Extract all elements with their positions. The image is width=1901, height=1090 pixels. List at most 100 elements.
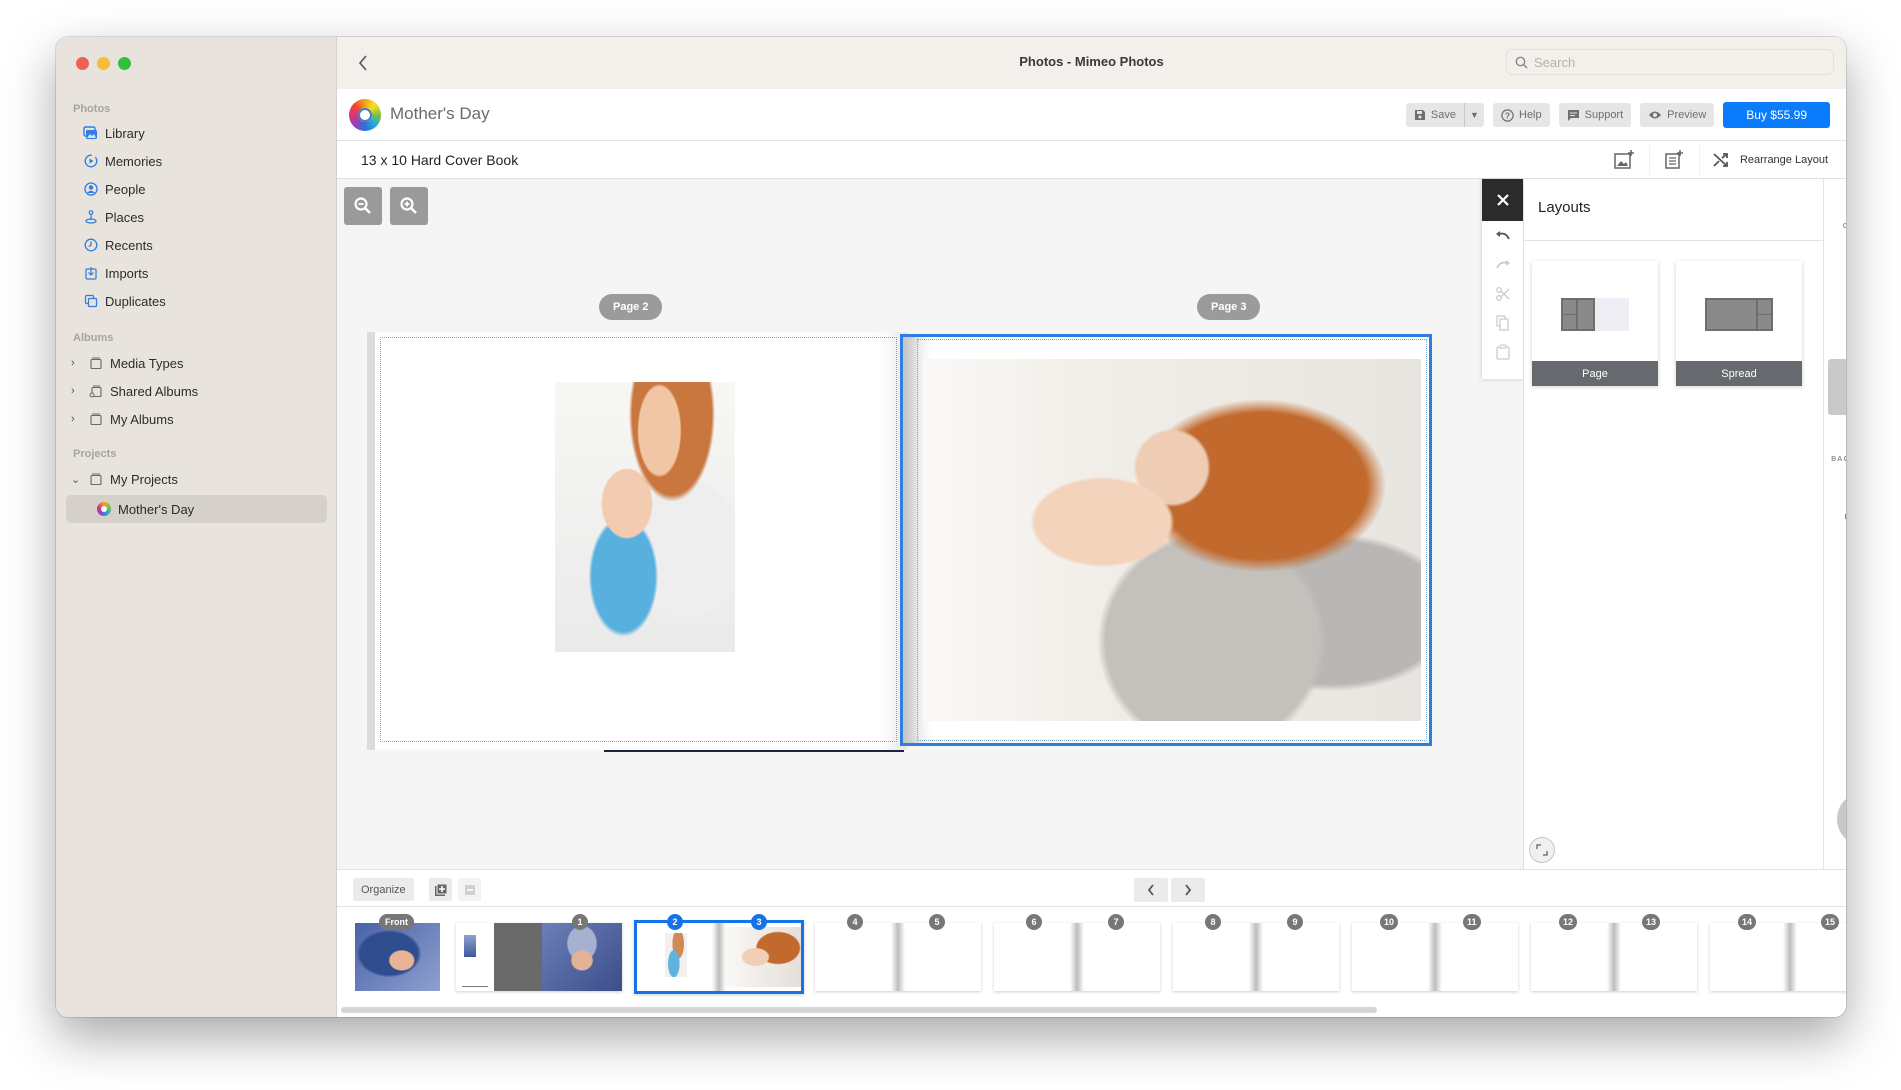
close-panel-button[interactable] <box>1482 179 1524 221</box>
spread-gutter <box>1607 923 1621 991</box>
page-badge: 7 <box>1108 914 1124 930</box>
undo-button[interactable] <box>1482 221 1524 250</box>
sidebar-item-media-types[interactable]: › Media Types <box>71 351 183 375</box>
main-area: Photos - Mimeo Photos Search Mother's Da… <box>337 37 1846 1017</box>
mimeo-logo-icon <box>96 502 111 517</box>
sidebar-item-memories[interactable]: Memories <box>83 149 162 173</box>
tool-layout[interactable]: LAYOUT <box>1828 359 1846 415</box>
app-window: Photos Library Memories People Places Re… <box>56 37 1846 1017</box>
sidebar-item-mothers-day-content[interactable]: Mother's Day <box>96 497 194 521</box>
user-avatar[interactable]: BL <box>1837 792 1846 846</box>
page-badge: 6 <box>1026 914 1042 930</box>
next-spread-button[interactable] <box>1171 878 1205 902</box>
save-dropdown-button[interactable]: ▼ <box>1464 103 1484 127</box>
thumbnail-spread-6-7[interactable]: 6 7 <box>994 914 1160 991</box>
page-2[interactable] <box>367 332 907 750</box>
photo-mother-hugging-baby[interactable] <box>555 382 735 652</box>
sidebar-item-label: Shared Albums <box>110 383 199 399</box>
thumbnail-spread-2-3[interactable]: 2 3 <box>634 914 804 994</box>
tool-photo[interactable]: PHOTO <box>1828 243 1846 299</box>
tool-background[interactable]: BACKGROUND <box>1828 417 1846 473</box>
sidebar-item-imports[interactable]: Imports <box>83 261 148 285</box>
search-icon <box>1515 56 1528 69</box>
sidebar-section-projects: Projects <box>73 448 117 460</box>
support-button[interactable]: Support <box>1558 103 1632 127</box>
thumbnail-spread-8-9[interactable]: 8 9 <box>1173 914 1339 991</box>
mini-rule <box>462 986 488 987</box>
redo-button[interactable] <box>1482 250 1524 279</box>
prev-spread-button[interactable] <box>1134 878 1168 902</box>
thumbnail-spread-1[interactable]: 1 <box>456 914 622 991</box>
zoom-out-icon <box>354 197 371 214</box>
library-icon <box>83 126 98 141</box>
thumbnail-spread-10-11[interactable]: 10 11 <box>1352 914 1518 991</box>
tool-options[interactable]: OPTIONS <box>1828 185 1846 241</box>
thumbnail-spread-4-5[interactable]: 4 5 <box>815 914 981 991</box>
sidebar: Photos Library Memories People Places Re… <box>56 37 337 1017</box>
add-pages-button[interactable] <box>429 878 452 901</box>
rearrange-layout-button[interactable]: Rearrange Layout <box>1700 151 1828 169</box>
organize-button[interactable]: Organize <box>353 878 414 901</box>
sidebar-item-label: Imports <box>105 265 149 281</box>
page-badge: 8 <box>1205 914 1221 930</box>
thumbnail-front-cover[interactable]: Front <box>355 914 440 991</box>
minimize-window-button[interactable] <box>97 57 110 70</box>
layout-option-page[interactable]: Page <box>1532 261 1658 386</box>
book-tools: Rearrange Layout <box>1600 145 1828 175</box>
eye-icon <box>1649 111 1662 119</box>
remove-pages-button[interactable] <box>458 878 481 901</box>
sidebar-item-people[interactable]: People <box>83 177 145 201</box>
expand-button[interactable] <box>1529 837 1555 863</box>
photo-mother-kissing-baby[interactable] <box>923 359 1421 721</box>
mini-dark-panel <box>494 923 542 991</box>
duplicates-icon <box>83 294 98 309</box>
zoom-out-button[interactable] <box>344 187 382 225</box>
tool-border[interactable]: BORDER <box>1828 475 1846 531</box>
search-input[interactable]: Search <box>1506 49 1834 75</box>
spread-gutter <box>1070 923 1084 991</box>
save-button[interactable]: Save <box>1406 103 1464 127</box>
folder-icon <box>88 472 103 487</box>
chevron-right-icon[interactable]: › <box>71 385 81 397</box>
chevron-right-icon[interactable]: › <box>71 413 81 425</box>
maximize-window-button[interactable] <box>118 57 131 70</box>
chevron-down-icon[interactable]: ⌄ <box>71 473 81 486</box>
layout-option-spread[interactable]: Spread <box>1676 261 1802 386</box>
mimeo-logo <box>349 99 381 131</box>
tool-text[interactable]: TEXT <box>1828 301 1846 357</box>
preview-button[interactable]: Preview <box>1640 103 1715 127</box>
sidebar-item-my-projects[interactable]: ⌄ My Projects <box>71 467 178 491</box>
page-badge: 14 <box>1738 914 1757 930</box>
page-thumbnails: Front 1 2 3 4 5 6 7 8 9 10 11 12 13 14 1… <box>337 907 1846 1017</box>
cut-button[interactable] <box>1482 279 1524 308</box>
thumbnail-spread-14-15[interactable]: 14 15 <box>1710 914 1846 991</box>
sidebar-item-label: Memories <box>105 153 163 169</box>
copy-icon <box>1496 314 1509 331</box>
sidebar-item-recents[interactable]: Recents <box>83 233 153 257</box>
page-3-selected[interactable] <box>900 334 1432 746</box>
buy-button[interactable]: Buy $55.99 <box>1723 102 1830 128</box>
add-text-page-button[interactable] <box>1650 145 1700 175</box>
add-photo-page-button[interactable] <box>1600 145 1650 175</box>
help-button[interactable]: ? Help <box>1493 103 1550 127</box>
page-badge: Front <box>379 914 414 930</box>
sidebar-item-shared-albums[interactable]: › Shared Albums <box>71 379 198 403</box>
close-icon <box>1497 194 1509 206</box>
zoom-in-button[interactable] <box>390 187 428 225</box>
sidebar-item-label: Duplicates <box>105 293 166 309</box>
horizontal-scrollbar[interactable] <box>341 1007 1377 1013</box>
sidebar-item-places[interactable]: Places <box>83 205 144 229</box>
sidebar-item-duplicates[interactable]: Duplicates <box>83 289 166 313</box>
paste-button[interactable] <box>1482 337 1524 366</box>
sidebar-section-photos: Photos <box>73 103 111 115</box>
copy-button[interactable] <box>1482 308 1524 337</box>
memories-icon <box>83 154 98 169</box>
thumbnail-spread-12-13[interactable]: 12 13 <box>1531 914 1697 991</box>
sidebar-item-library[interactable]: Library <box>83 121 145 145</box>
spread-gutter <box>1782 923 1797 991</box>
close-window-button[interactable] <box>76 57 89 70</box>
sidebar-item-label: My Albums <box>110 411 174 427</box>
window-controls <box>76 57 131 70</box>
sidebar-item-my-albums[interactable]: › My Albums <box>71 407 174 431</box>
chevron-right-icon[interactable]: › <box>71 357 81 369</box>
